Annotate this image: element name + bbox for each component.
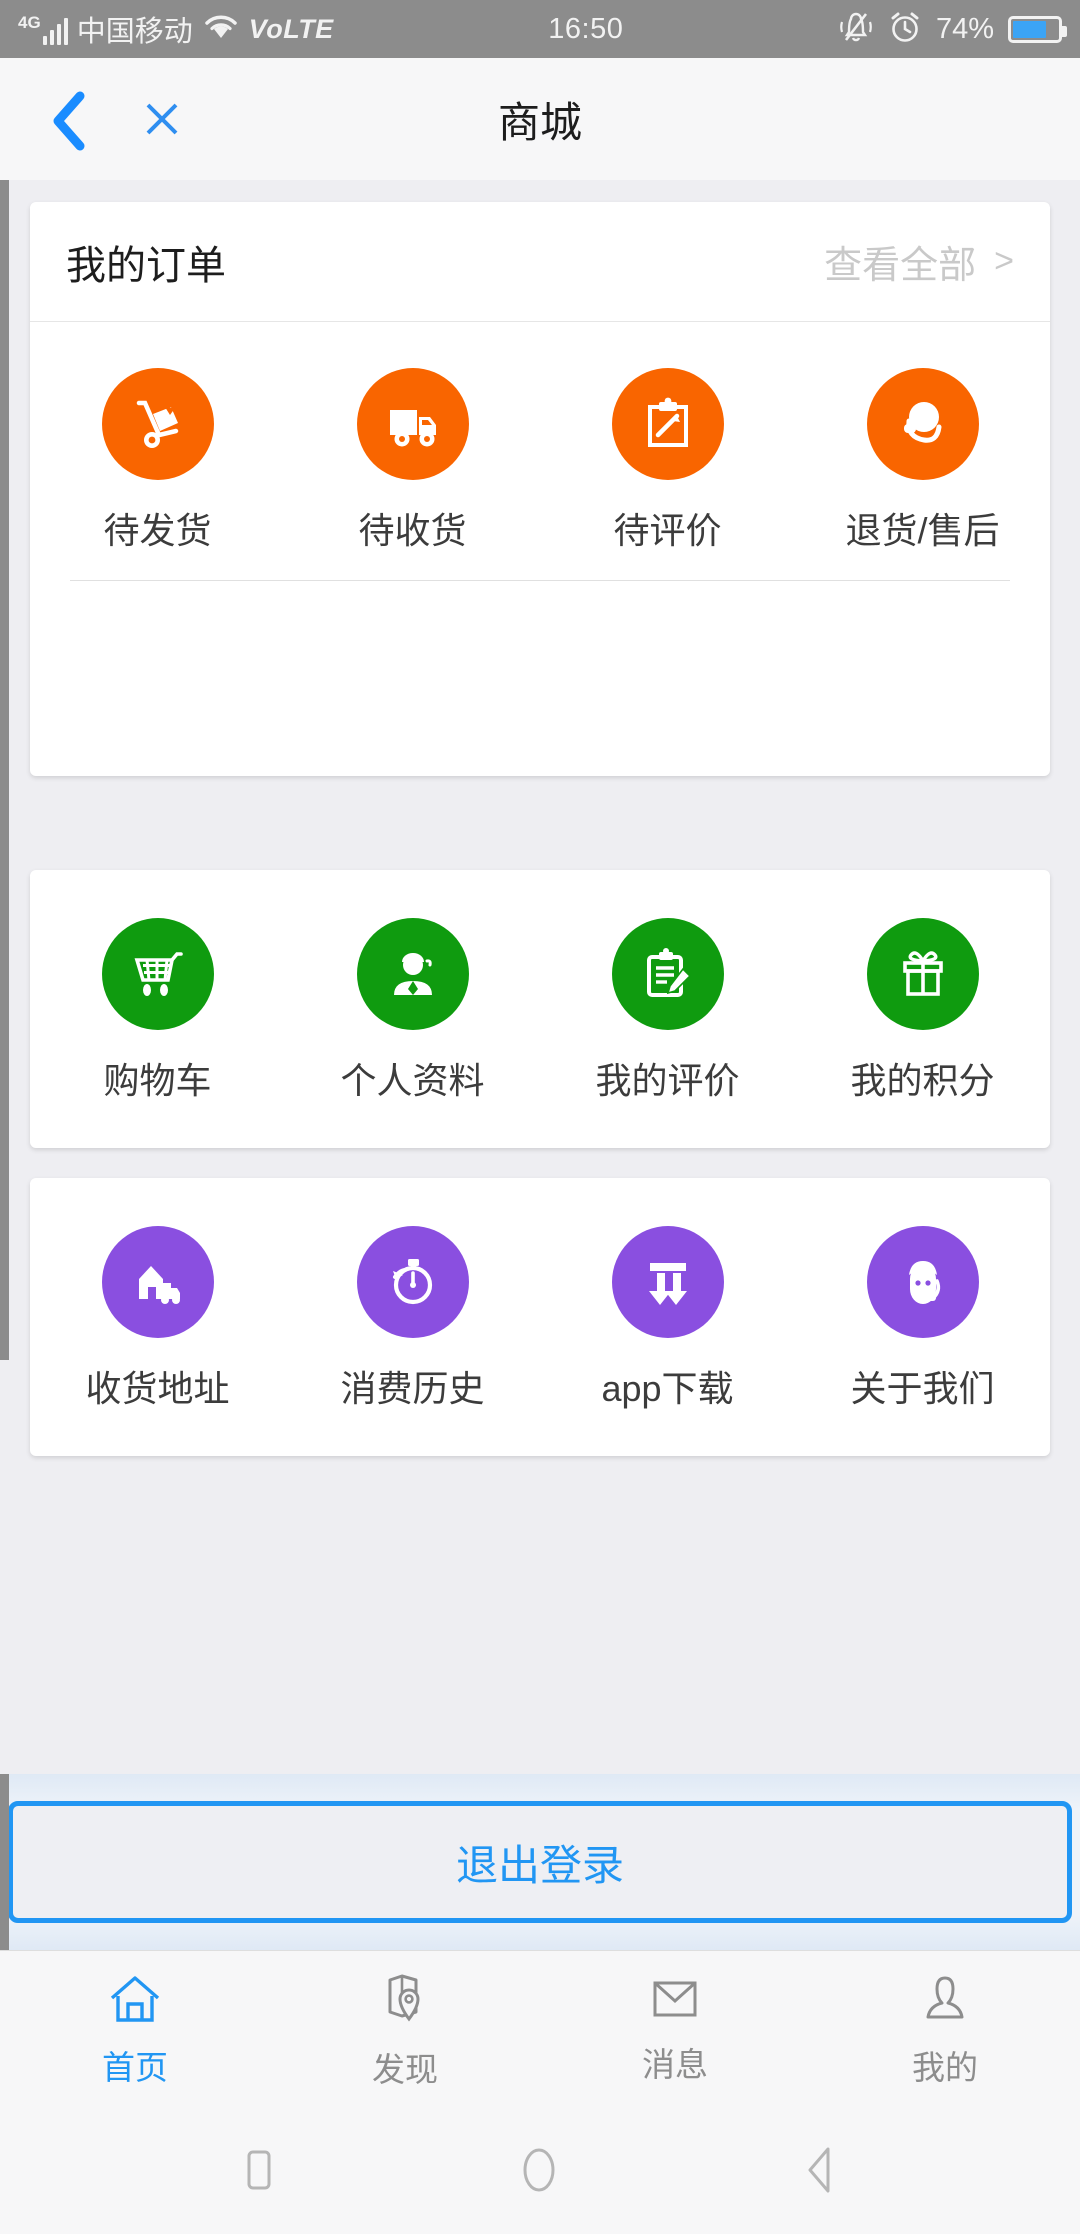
android-nav-bar: [0, 2110, 1080, 2234]
tab-messages[interactable]: 消息: [540, 1975, 810, 2086]
service-label: 购物车: [103, 1060, 212, 1101]
order-status-label: 待发货: [103, 510, 212, 551]
service-app-download[interactable]: app下载: [540, 1226, 795, 1412]
service-label: 我的评价: [595, 1060, 740, 1101]
service-purchase-history[interactable]: 消费历史: [285, 1226, 540, 1412]
my-orders-header: 我的订单 查看全部 >: [30, 202, 1050, 322]
orders-empty-area: [30, 581, 1050, 776]
clipboard-pencil-icon: [611, 918, 724, 1030]
service-my-reviews[interactable]: 我的评价: [540, 918, 795, 1104]
logout-section: 退出登录: [0, 1774, 1080, 1950]
order-status-pending-shipment[interactable]: 待发货: [30, 368, 285, 554]
service-label: 关于我们: [850, 1368, 995, 1409]
back-triangle-icon: [796, 2143, 844, 2202]
carrier-label: 中国移动: [76, 16, 193, 48]
logout-scroll-edge: [0, 1774, 9, 1950]
service-personal-profile[interactable]: 个人资料: [285, 918, 540, 1104]
status-bar: 4G 中国移动 VoLTE 16:50 74%: [0, 0, 1080, 58]
back-button-nav[interactable]: [796, 2143, 844, 2202]
status-bar-right: 74%: [838, 10, 1067, 49]
chevron-left-icon: [48, 90, 94, 152]
order-status-label: 待评价: [613, 510, 722, 551]
double-down-arrow-icon: [611, 1226, 724, 1338]
envelope-icon: [646, 1975, 704, 2028]
home-icon: [106, 1972, 164, 2031]
tab-label: 首页: [102, 2049, 168, 2086]
order-status-label: 待收货: [358, 510, 467, 551]
service-label: 收货地址: [85, 1368, 230, 1409]
hand-truck-icon: [101, 368, 214, 480]
view-all-label: 查看全部: [824, 245, 977, 287]
gift-box-icon: [866, 918, 979, 1030]
person-icon: [916, 1972, 974, 2031]
recents-square-icon: [236, 2144, 282, 2201]
scroll-indicator[interactable]: [0, 180, 9, 1360]
more-services-card: 收货地址 消费历史 app下载 关于我们: [30, 1178, 1050, 1456]
service-label: 消费历史: [340, 1368, 485, 1409]
alarm-clock-icon: [888, 10, 922, 49]
tab-profile[interactable]: 我的: [810, 1972, 1080, 2089]
support-agent-icon: [866, 1226, 979, 1338]
stopwatch-icon: [356, 1226, 469, 1338]
close-x-icon: [136, 103, 188, 149]
view-all-orders-link[interactable]: 查看全部 >: [824, 234, 1014, 289]
headset-support-icon: [866, 368, 979, 480]
chevron-right-icon: >: [994, 242, 1014, 280]
mute-bell-icon: [838, 10, 874, 49]
app-header: 商城: [0, 58, 1080, 180]
status-bar-left: 4G 中国移动 VoLTE: [18, 8, 334, 50]
service-label: app下载: [601, 1368, 734, 1409]
tab-home[interactable]: 首页: [0, 1972, 270, 2089]
service-my-points[interactable]: 我的积分: [795, 918, 1050, 1104]
recents-button[interactable]: [236, 2144, 282, 2201]
volte-label: VoLTE: [248, 13, 334, 44]
map-pin-icon: [376, 1970, 434, 2033]
order-status-pending-review[interactable]: 待评价: [540, 368, 795, 554]
network-type-label: 4G: [18, 12, 41, 32]
tab-label: 消息: [642, 2046, 708, 2083]
service-label: 我的积分: [850, 1060, 995, 1101]
my-orders-title: 我的订单: [66, 243, 226, 288]
service-shopping-cart[interactable]: 购物车: [30, 918, 285, 1104]
tab-label: 我的: [912, 2049, 978, 2086]
account-services-grid: 购物车 个人资料 我的评价 我的积分: [30, 918, 1050, 1104]
tab-label: 发现: [372, 2051, 438, 2088]
order-status-return-aftersales[interactable]: 退货/售后: [795, 368, 1050, 554]
more-services-grid: 收货地址 消费历史 app下载 关于我们: [30, 1226, 1050, 1412]
scroll-area[interactable]: 我的订单 查看全部 > 待发货 待收货 待评价 退货/售后 购物车 个人资料 我…: [0, 180, 1080, 1774]
clipboard-pen-icon: [611, 368, 724, 480]
status-bar-center: 16:50: [334, 13, 838, 46]
service-label: 个人资料: [340, 1060, 485, 1101]
bottom-tab-bar: 首页 发现 消息 我的: [0, 1950, 1080, 2110]
battery-percent-label: 74%: [935, 12, 994, 45]
order-status-pending-receipt[interactable]: 待收货: [285, 368, 540, 554]
home-circle-icon: [513, 2142, 565, 2203]
clock-label: 16:50: [548, 12, 624, 45]
shopping-cart-icon: [101, 918, 214, 1030]
wifi-icon: [202, 12, 240, 47]
house-delivery-icon: [101, 1226, 214, 1338]
person-profile-icon: [356, 918, 469, 1030]
tab-discover[interactable]: 发现: [270, 1970, 540, 2091]
service-about-us[interactable]: 关于我们: [795, 1226, 1050, 1412]
battery-icon: [1008, 15, 1067, 43]
account-services-card: 购物车 个人资料 我的评价 我的积分: [30, 870, 1050, 1148]
back-button[interactable]: [48, 90, 94, 151]
home-button[interactable]: [513, 2142, 565, 2203]
logout-button[interactable]: 退出登录: [8, 1801, 1072, 1923]
service-shipping-address[interactable]: 收货地址: [30, 1226, 285, 1412]
delivery-truck-icon: [356, 368, 469, 480]
page-content: 我的订单 查看全部 > 待发货 待收货 待评价 退货/售后 购物车 个人资料 我…: [0, 202, 1080, 1456]
order-status-grid: 待发货 待收货 待评价 退货/售后: [30, 322, 1050, 580]
my-orders-card: 我的订单 查看全部 > 待发货 待收货 待评价 退货/售后: [30, 202, 1050, 776]
order-status-label: 退货/售后: [845, 510, 1000, 551]
close-button[interactable]: [136, 93, 188, 145]
signal-bars-icon: 4G: [18, 14, 68, 45]
